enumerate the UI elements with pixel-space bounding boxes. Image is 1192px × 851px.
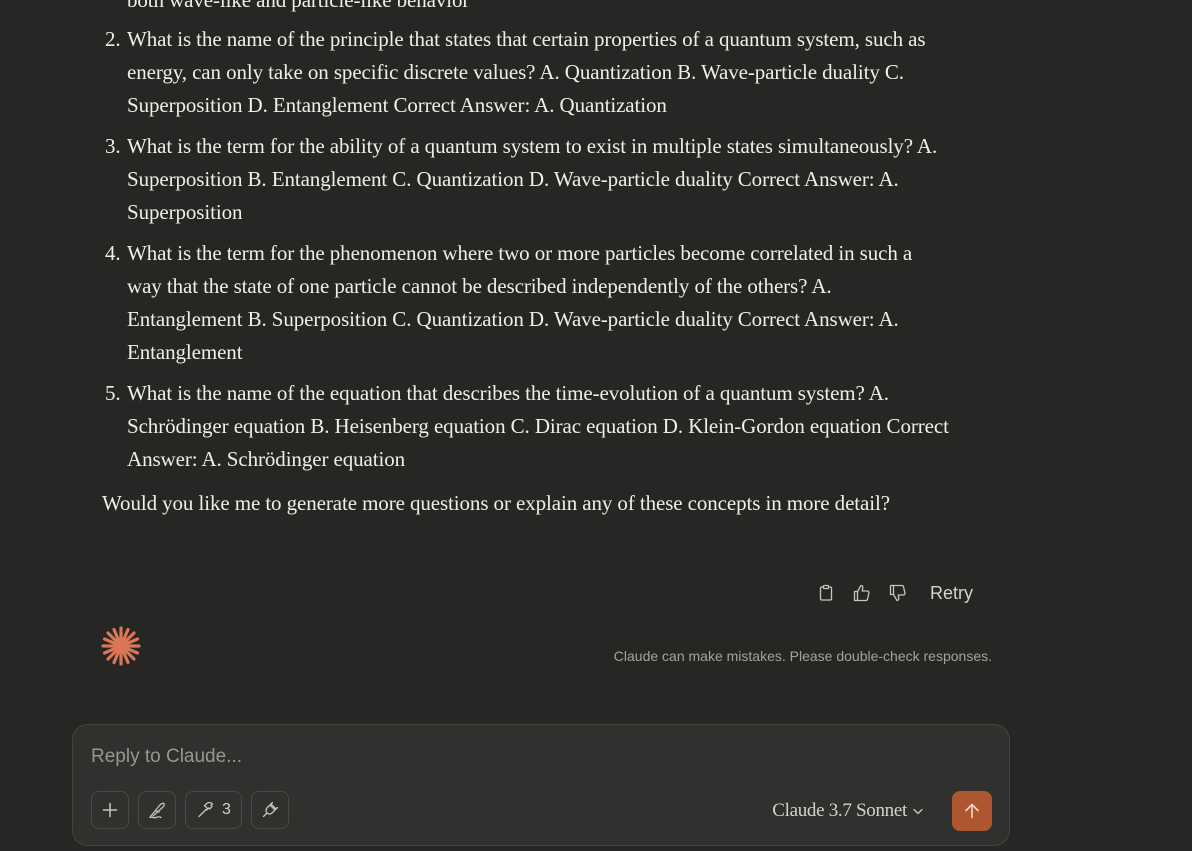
question-number: 2. <box>105 27 121 51</box>
question-number: 4. <box>105 241 121 265</box>
question-number: 5. <box>105 381 121 405</box>
disclaimer-text: Claude can make mistakes. Please double-… <box>613 648 992 664</box>
thumbs-up-icon <box>853 584 870 602</box>
reply-input[interactable] <box>91 743 971 771</box>
integrations-button[interactable] <box>250 791 289 829</box>
send-button[interactable] <box>952 791 992 831</box>
like-button[interactable] <box>846 577 878 609</box>
assistant-message: both wave-like and particle-like behavio… <box>102 0 950 520</box>
question-text: What is the name of the equation that de… <box>127 381 949 471</box>
add-attachment-button[interactable] <box>91 791 129 829</box>
thumbs-down-icon <box>889 584 906 602</box>
question-list: 2. What is the name of the principle tha… <box>102 23 950 476</box>
hammer-icon <box>198 801 214 818</box>
model-label: Claude 3.7 Sonnet <box>772 800 907 821</box>
question-text: What is the term for the ability of a qu… <box>127 134 938 224</box>
retry-button[interactable]: Retry <box>918 577 983 609</box>
claude-logo-icon <box>100 625 142 667</box>
tools-button[interactable]: 3 <box>185 791 242 829</box>
question-item: 4. What is the term for the phenomenon w… <box>102 237 950 369</box>
plug-icon <box>262 801 279 818</box>
arrow-up-icon <box>965 803 979 819</box>
clipboard-icon <box>819 584 833 601</box>
dislike-button[interactable] <box>882 577 914 609</box>
composer: 3 Claude 3.7 Sonnet <box>72 724 1010 846</box>
composer-tools: 3 <box>91 791 289 829</box>
question-item: 3. What is the term for the ability of a… <box>102 130 950 229</box>
message-partial-line: both wave-like and particle-like behavio… <box>127 0 470 12</box>
quill-icon <box>149 802 165 819</box>
copy-button[interactable] <box>810 577 842 609</box>
question-text: What is the name of the principle that s… <box>127 27 926 117</box>
message-actions: Retry <box>810 577 983 609</box>
style-button[interactable] <box>138 791 176 829</box>
question-text: What is the term for the phenomenon wher… <box>127 241 913 364</box>
question-number: 3. <box>105 134 121 158</box>
question-item: 2. What is the name of the principle tha… <box>102 23 950 122</box>
plus-icon <box>102 802 118 818</box>
model-selector[interactable]: Claude 3.7 Sonnet <box>772 795 925 827</box>
chevron-down-icon <box>913 808 923 815</box>
followup-text: Would you like me to generate more quest… <box>102 491 890 515</box>
question-item: 5. What is the name of the equation that… <box>102 377 950 476</box>
tools-count: 3 <box>222 801 231 818</box>
chat-viewport: both wave-like and particle-like behavio… <box>0 0 1192 851</box>
